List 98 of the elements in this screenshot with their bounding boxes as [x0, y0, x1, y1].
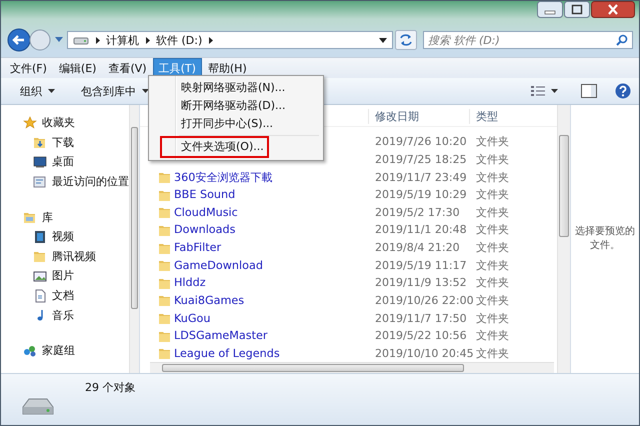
file-name[interactable]: Downloads — [174, 223, 236, 236]
nav-item[interactable]: 视频 — [1, 226, 129, 247]
table-cell-text: 2019/11/1 20:48 — [374, 223, 468, 236]
search-icon[interactable] — [616, 34, 628, 46]
table-cell-text: 文件夹 — [475, 328, 510, 344]
table-cell-text: 文件夹 — [475, 204, 510, 220]
minimize-button[interactable] — [537, 1, 563, 18]
video-icon — [33, 230, 47, 244]
folder-icon — [158, 170, 171, 184]
table-cell-text: 2019/7/26 10:20 — [374, 135, 468, 148]
chevron-icon[interactable] — [93, 36, 102, 44]
toolbar-button[interactable]: 包含到库中 — [76, 80, 154, 102]
menu-item[interactable]: 映射网络驱动器(N)... — [151, 79, 321, 97]
menu-item[interactable]: 打开同步中心(S)... — [151, 115, 321, 133]
close-button[interactable] — [591, 1, 635, 18]
table-cell-text: 文件夹 — [475, 170, 510, 184]
back-button[interactable] — [7, 28, 31, 52]
file-name[interactable]: Kuai8Games — [174, 294, 244, 307]
file-name[interactable]: LDSGameMaster — [174, 329, 268, 342]
folder-icon — [33, 249, 47, 264]
scrollbar[interactable] — [557, 105, 570, 373]
library-icon — [23, 210, 37, 224]
toolbar-button[interactable]: 组织 — [15, 80, 60, 102]
file-name[interactable]: GameDownload — [174, 258, 263, 272]
menu-item[interactable]: 文件夹选项(O)... — [160, 136, 269, 158]
file-name[interactable]: Hlddz — [174, 276, 206, 290]
table-cell-text: 2019/11/7 23:49 — [374, 170, 468, 184]
chevron-icon[interactable] — [206, 36, 216, 44]
nav-item[interactable]: 最近访问的位置 — [1, 172, 129, 192]
folder-icon — [158, 258, 171, 272]
desktop-icon — [33, 154, 47, 169]
nav-item[interactable]: 音乐 — [1, 305, 129, 325]
table-cell-text: 文件夹 — [475, 222, 510, 238]
drive-icon — [73, 35, 89, 45]
file-name[interactable]: KuGou — [174, 312, 210, 325]
nav-item[interactable]: 文档 — [1, 286, 129, 306]
table-cell-text: 2019/7/25 18:25 — [374, 152, 468, 166]
menu-item[interactable]: 文件(F) — [4, 58, 53, 78]
nav-item[interactable]: 库 — [1, 207, 129, 227]
caret-icon — [551, 89, 558, 93]
table-cell-text: 文件夹 — [475, 240, 510, 256]
document-icon — [33, 288, 47, 303]
table-cell-text: 2019/11/9 13:52 — [374, 276, 468, 290]
menu-item[interactable]: 帮助(H) — [202, 58, 253, 78]
list-view-icon — [531, 85, 545, 97]
table-cell-text: 文件夹 — [475, 187, 510, 202]
breadcrumb-item[interactable]: 软件 (D:) — [156, 32, 202, 48]
scrollbar[interactable] — [150, 362, 554, 373]
table-cell-text: 2019/8/4 21:20 — [374, 241, 461, 254]
table-cell-text: 2019/11/7 17:50 — [374, 312, 468, 325]
nav-item[interactable]: 图片 — [1, 266, 129, 286]
table-cell-text: 2019/5/2 17:30 — [374, 206, 461, 219]
table-cell-text: 2019/5/19 10:29 — [374, 188, 468, 202]
preview-pane-icon[interactable] — [581, 84, 597, 98]
menu-item[interactable]: 断开网络驱动器(D)... — [151, 97, 321, 115]
folder-icon — [158, 205, 171, 220]
nav-item[interactable]: 家庭组 — [1, 340, 129, 361]
address-bar[interactable]: 计算机 软件 (D:) — [67, 31, 393, 49]
caret-icon — [48, 89, 55, 93]
menu-item[interactable]: 查看(V) — [102, 58, 153, 78]
breadcrumb-item[interactable]: 计算机 — [106, 32, 139, 48]
help-icon[interactable] — [615, 83, 631, 99]
table-cell-text: 文件夹 — [475, 310, 510, 326]
maximize-button[interactable] — [564, 1, 590, 18]
nav-item[interactable]: 腾讯视频 — [1, 246, 129, 266]
file-name[interactable]: FabFilter — [174, 241, 222, 254]
refresh-button[interactable] — [395, 30, 417, 50]
folder-icon — [158, 293, 171, 308]
table-cell-text: 文件夹 — [475, 134, 510, 150]
object-count: 29 个对象 — [85, 380, 136, 395]
preview-message: 选择要预览的文件。 — [574, 225, 636, 253]
column-header[interactable]: 修改日期 — [368, 109, 469, 124]
table-cell-text: 文件夹 — [475, 152, 510, 167]
table-cell-text: 2019/5/19 11:17 — [374, 258, 468, 272]
table-cell-text: 文件夹 — [475, 258, 510, 273]
caret-icon — [142, 89, 149, 93]
chevron-icon[interactable] — [143, 36, 152, 44]
file-name[interactable]: 360安全浏览器下載 — [174, 170, 272, 184]
table-cell-text: 文件夹 — [475, 275, 510, 290]
nav-item[interactable]: 下载 — [1, 132, 129, 152]
search-field[interactable]: 搜索 软件 (D:) — [423, 31, 633, 49]
menu-item[interactable]: 编辑(E) — [52, 58, 102, 78]
file-name[interactable]: CloudMusic — [174, 206, 238, 219]
file-name[interactable]: BBE Sound — [174, 188, 236, 202]
table-cell-text: 2019/5/22 10:56 — [374, 329, 468, 342]
scrollbar[interactable] — [129, 105, 139, 373]
download-icon — [33, 135, 47, 150]
caret-icon[interactable] — [379, 38, 387, 42]
file-name[interactable]: League of Legends — [174, 346, 280, 360]
column-header[interactable]: 类型 — [469, 109, 529, 124]
favorites-icon — [23, 116, 37, 130]
recent-icon — [33, 174, 47, 189]
homegroup-icon — [23, 344, 37, 358]
folder-icon — [158, 346, 171, 360]
picture-icon — [33, 268, 47, 283]
nav-item[interactable]: 收藏夹 — [1, 113, 129, 133]
nav-item[interactable]: 桌面 — [1, 152, 129, 172]
folder-icon — [158, 311, 171, 326]
